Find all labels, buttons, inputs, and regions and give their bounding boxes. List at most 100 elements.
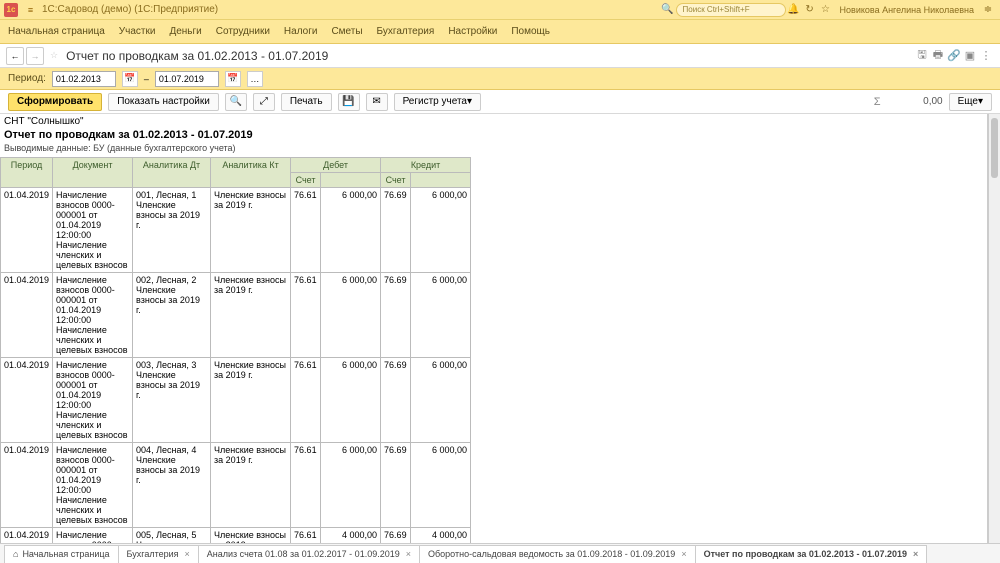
find-button[interactable]: 🔍 [225,93,247,111]
print-button[interactable]: Печать [281,93,332,111]
tab-label: Начальная страница [22,549,109,559]
cell-acc-dt: 76.61 [291,528,321,544]
report-area[interactable]: СНТ "Солнышко" Отчет по проводкам за 01.… [0,114,988,543]
cell-document: Начисление взносов 0000-000001 от 01.04.… [53,358,133,443]
main-menu-item[interactable]: Сотрудники [216,26,270,37]
report-org: СНТ "Солнышко" [0,114,987,129]
report-table: Период Документ Аналитика Дт Аналитика К… [0,157,471,543]
titlebar: 1c ≡ 1С:Садовод (демо) (1С:Предприятие) … [0,0,1000,20]
page-title: Отчет по проводкам за 01.02.2013 - 01.07… [66,49,328,63]
period-to-input[interactable] [155,71,219,87]
table-row[interactable]: 01.04.2019Начисление взносов 0000-000001… [1,443,471,528]
close-icon[interactable]: × [406,549,411,559]
vertical-scrollbar[interactable] [988,114,1000,543]
cell-sum-kt: 4 000,00 [411,528,471,544]
tab-label: Отчет по проводкам за 01.02.2013 - 01.07… [704,549,907,559]
cell-document: Начисление взносов 0000-000001 от 01.04.… [53,443,133,528]
calendar-from-icon[interactable]: 📅 [122,71,138,87]
star-icon[interactable]: ☆ [818,4,834,15]
col-debit-acc: Счет [291,173,321,188]
calendar-to-icon[interactable]: 📅 [225,71,241,87]
cell-period: 01.04.2019 [1,188,53,273]
global-search-input[interactable]: Поиск Ctrl+Shift+F [676,3,786,17]
cell-sum-kt: 6 000,00 [411,358,471,443]
cell-analytics-kt: Членские взносы за 2019 г. [211,273,291,358]
main-menu: Начальная страница Участки Деньги Сотрудник… [0,20,1000,44]
bottom-tab[interactable]: Бухгалтерия × [118,545,199,563]
table-row[interactable]: 01.04.2019Начисление взносов 0000-000001… [1,358,471,443]
bottom-tab[interactable]: Анализ счета 01.08 за 01.02.2017 - 01.09… [198,545,420,563]
bell-icon[interactable]: 🔔 [786,4,802,15]
cell-analytics-dt: 004, Лесная, 4 Членские взносы за 2019 г… [133,443,211,528]
bottom-tab[interactable]: Начальная страница [4,545,119,563]
col-analytics-kt: Аналитика Кт [211,158,291,188]
cell-sum-kt: 6 000,00 [411,273,471,358]
bottom-tabs: Начальная страница Бухгалтерия × Анализ сче… [0,543,1000,563]
bottom-tab[interactable]: Оборотно-сальдовая ведомость за 01.09.20… [419,545,696,563]
tab-label: Анализ счета 01.08 за 01.02.2017 - 01.09… [207,549,400,559]
cell-period: 01.04.2019 [1,358,53,443]
main-menu-item[interactable]: Сметы [331,26,362,37]
cell-acc-dt: 76.61 [291,443,321,528]
cell-acc-kt: 76.69 [381,528,411,544]
close-icon[interactable]: × [681,549,686,559]
search-icon[interactable]: 🔍 [660,4,676,15]
table-row[interactable]: 01.04.2019Начисление взносов 0000-000001… [1,188,471,273]
panel-settings-icon[interactable]: ≑ [980,4,996,15]
save-button[interactable]: 💾 [338,93,360,111]
period-more-icon[interactable]: … [247,71,263,87]
cell-period: 01.04.2019 [1,528,53,544]
app-logo-icon: 1c [4,3,18,17]
tab-label: Бухгалтерия [127,549,179,559]
bottom-tab[interactable]: Отчет по проводкам за 01.02.2013 - 01.07… [695,545,928,563]
sigma-icon: Σ [874,96,881,108]
action-bar: Сформировать Показать настройки 🔍 ⤢ Печа… [0,90,1000,114]
cell-analytics-kt: Членские взносы за 2019 г. [211,528,291,544]
history-icon[interactable]: ↻ [802,4,818,15]
main-menu-item[interactable]: Участки [119,26,156,37]
email-button[interactable]: ✉ [366,93,388,111]
cell-analytics-dt: 005, Лесная, 5 Членские взносы за 2019 г… [133,528,211,544]
save-icon[interactable]: 🖫 [914,46,930,65]
tab-label: Оборотно-сальдовая ведомость за 01.09.20… [428,549,675,559]
main-menu-item[interactable]: Помощь [511,26,550,37]
open-new-window-icon[interactable]: ▣ [962,49,978,62]
cell-acc-kt: 76.69 [381,443,411,528]
main-menu-icon[interactable]: ≡ [22,5,38,15]
user-name-label[interactable]: Новикова Ангелина Николаевна [840,5,974,15]
app-title: 1С:Садовод (демо) (1С:Предприятие) [42,4,218,15]
nav-back-button[interactable]: ← [6,47,24,65]
expand-button[interactable]: ⤢ [253,93,275,111]
cell-sum-kt: 6 000,00 [411,443,471,528]
scrollbar-thumb[interactable] [991,118,998,178]
options-icon[interactable]: ⋮ [978,49,994,62]
nav-forward-button[interactable]: → [26,47,44,65]
table-row[interactable]: 01.04.2019Начисление взносов 0000-000001… [1,528,471,544]
main-menu-item[interactable]: Деньги [169,26,201,37]
cell-acc-kt: 76.69 [381,358,411,443]
main-menu-item[interactable]: Начальная страница [8,26,105,37]
cell-acc-kt: 76.69 [381,273,411,358]
cell-acc-dt: 76.61 [291,188,321,273]
cell-document: Начисление взносов 0000-000001 от 01.04.… [53,273,133,358]
registers-button[interactable]: Регистр учета ▾ [394,93,481,111]
print-icon[interactable]: 🖶 [930,46,946,65]
col-period: Период [1,158,53,188]
favorite-icon[interactable]: ☆ [50,50,58,61]
close-icon[interactable]: × [185,549,190,559]
main-menu-item[interactable]: Налоги [284,26,318,37]
main-menu-item[interactable]: Настройки [448,26,497,37]
col-credit-acc: Счет [381,173,411,188]
form-report-button[interactable]: Сформировать [8,93,102,111]
show-settings-button[interactable]: Показать настройки [108,93,219,111]
more-button[interactable]: Еще ▾ [949,93,992,111]
cell-analytics-kt: Членские взносы за 2019 г. [211,443,291,528]
cell-acc-kt: 76.69 [381,188,411,273]
period-from-input[interactable] [52,71,116,87]
main-menu-item[interactable]: Бухгалтерия [377,26,435,37]
close-icon[interactable]: × [913,549,918,559]
cell-analytics-dt: 001, Лесная, 1 Членские взносы за 2019 г… [133,188,211,273]
table-row[interactable]: 01.04.2019Начисление взносов 0000-000001… [1,273,471,358]
page-header: ← → ☆ Отчет по проводкам за 01.02.2013 -… [0,44,1000,68]
link-icon[interactable]: 🔗 [946,49,962,62]
